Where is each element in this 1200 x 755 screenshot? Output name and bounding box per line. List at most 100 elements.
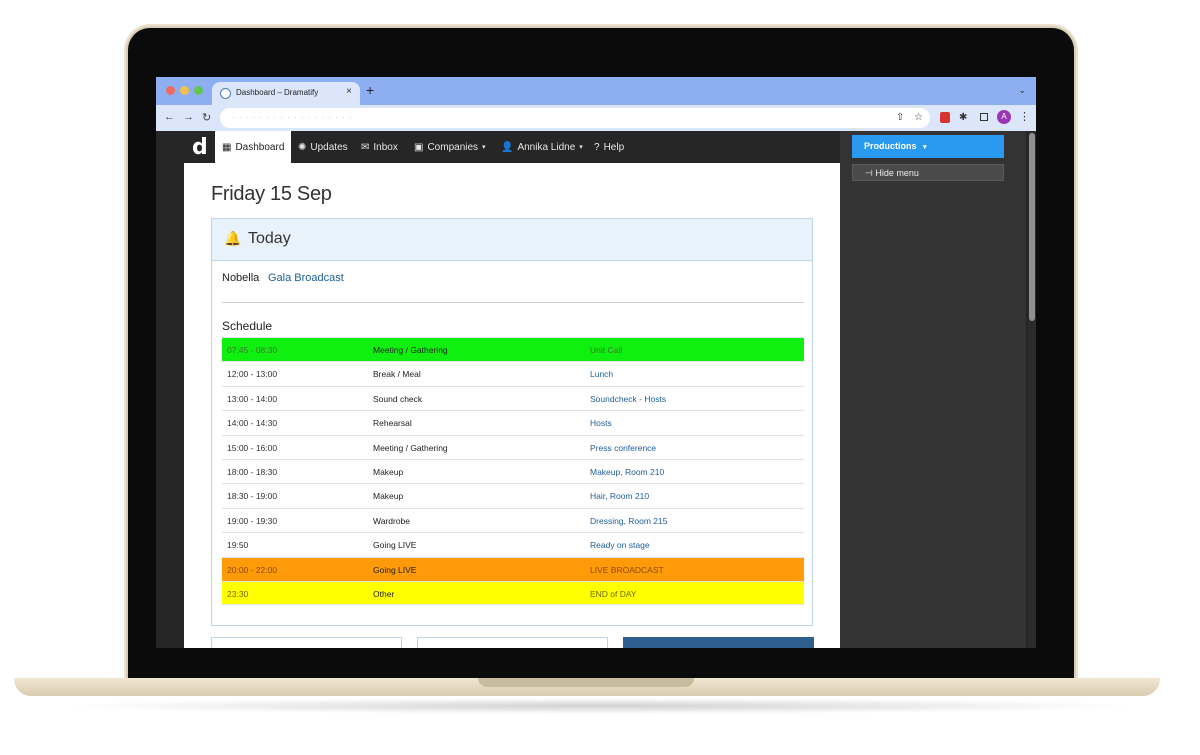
back-button[interactable]: ← (164, 111, 175, 123)
schedule-row[interactable]: 19:00 - 19:30 Wardrobe Dressing, Room 21… (222, 507, 804, 532)
schedule-row[interactable]: 23:30 Other END of DAY (222, 580, 804, 606)
schedule-detail-link[interactable]: LIVE BROADCAST (590, 565, 664, 575)
page-title: Friday 15 Sep (211, 183, 332, 205)
schedule-row[interactable]: 12:00 - 13:00 Break / Meal Lunch (222, 361, 804, 385)
nav-updates-label: Updates (310, 141, 348, 153)
schedule-detail-link[interactable]: Hair, Room 210 (590, 491, 649, 501)
nav-companies-label: Companies (427, 141, 479, 153)
schedule-detail-link[interactable]: Press conference (590, 443, 656, 453)
schedule-type: Break / Meal (373, 369, 421, 380)
help-icon: ? (594, 141, 600, 153)
nav-user-label: Annika Lidne (517, 141, 576, 153)
schedule-time: 07:45 - 08:30 (227, 345, 278, 355)
schedule-row[interactable]: 19:50 Going LIVE Ready on stage (222, 532, 804, 556)
nav-companies[interactable]: ▣ Companies ▾ (414, 131, 486, 163)
dashboard-card[interactable] (417, 637, 608, 648)
schedule-type: Makeup (373, 466, 404, 477)
schedule-row[interactable]: 14:00 - 14:30 Rehearsal Hosts (222, 410, 804, 434)
schedule-detail-link[interactable]: END of DAY (590, 589, 637, 599)
hide-menu-label: Hide menu (875, 168, 919, 178)
forward-button[interactable]: → (183, 111, 194, 123)
schedule-type: Wardrobe (373, 515, 411, 526)
page-scrollbar[interactable] (1028, 131, 1036, 648)
nav-inbox[interactable]: ✉ Inbox (361, 131, 398, 163)
nav-help[interactable]: ? Help (594, 131, 624, 163)
schedule-row[interactable]: 18:30 - 19:00 Makeup Hair, Room 210 (222, 483, 804, 507)
laptop-shadow (60, 698, 1140, 714)
schedule-time: 19:00 - 19:30 (227, 515, 278, 526)
screen: Dashboard – Dramatify × + ⌄ ← → ↻ · · · … (156, 77, 1036, 648)
schedule-row[interactable]: 13:00 - 14:00 Sound check Soundcheck - H… (222, 385, 804, 410)
companies-icon: ▣ (414, 141, 424, 153)
schedule-detail-link[interactable]: Makeup, Room 210 (590, 467, 664, 477)
bookmark-star-icon[interactable]: ☆ (914, 112, 923, 123)
nav-help-label: Help (603, 141, 625, 153)
schedule-row[interactable]: 18:00 - 18:30 Makeup Makeup, Room 210 (222, 458, 804, 483)
minimize-window-button[interactable] (180, 86, 189, 95)
laptop-notch (478, 678, 694, 687)
schedule-type: Meeting / Gathering (373, 442, 448, 453)
hide-menu-button[interactable]: ⊣ Hide menu (852, 164, 1004, 181)
extension-icon[interactable] (940, 112, 950, 123)
schedule-time: 14:00 - 14:30 (227, 418, 278, 429)
main-content: Friday 15 Sep 🔔 Today Nobella Gala Broad… (184, 163, 840, 648)
nav-dashboard-label: Dashboard (235, 141, 285, 153)
browser-tab[interactable]: Dashboard – Dramatify × (212, 82, 360, 105)
schedule-time: 19:50 (227, 540, 249, 551)
address-bar[interactable]: · · · · · · · · · · · · · · · · · · (220, 108, 930, 128)
new-tab-button[interactable]: + (366, 82, 374, 98)
productions-label: Productions (864, 141, 917, 151)
artist-name: Nobella (222, 272, 260, 284)
today-heading: Today (248, 230, 291, 247)
schedule-row[interactable]: 20:00 - 22:00 Going LIVE LIVE BROADCAST (222, 556, 804, 581)
tab-search-icon[interactable]: ⌄ (1018, 85, 1026, 96)
schedule-time: 18:00 - 18:30 (227, 466, 278, 477)
schedule-detail-link[interactable]: Unit Call (590, 345, 622, 355)
schedule-detail-link[interactable]: Hosts (590, 418, 612, 428)
schedule-type: Going LIVE (373, 564, 417, 575)
address-bar-text: · · · · · · · · · · · · · · · · · · (232, 113, 353, 122)
schedule-type: Meeting / Gathering (373, 345, 448, 355)
schedule-time: 12:00 - 13:00 (227, 369, 278, 380)
chevron-down-icon: ▾ (923, 144, 927, 151)
chevron-down-icon: ▾ (579, 144, 583, 151)
browser-tabstrip: Dashboard – Dramatify × + ⌄ (156, 77, 1036, 105)
nav-dashboard[interactable]: ▦ Dashboard (215, 131, 292, 163)
nav-updates[interactable]: ✺ Updates (298, 131, 348, 163)
close-window-button[interactable] (166, 86, 175, 95)
browser-toolbar: ← → ↻ · · · · · · · · · · · · · · · · · … (156, 105, 1036, 131)
schedule-time: 23:30 (227, 588, 249, 599)
dramatify-favicon-icon (220, 88, 231, 99)
extensions-puzzle-icon[interactable]: ✱ (959, 112, 967, 123)
schedule-table: 07:45 - 08:30 Meeting / Gathering Unit C… (222, 337, 804, 606)
schedule-detail-link[interactable]: Lunch (590, 369, 613, 379)
updates-icon: ✺ (298, 141, 307, 153)
tab-title: Dashboard – Dramatify (236, 88, 319, 97)
side-panel-icon[interactable] (980, 113, 988, 121)
dashboard-card[interactable] (623, 637, 814, 648)
schedule-detail-link[interactable]: Ready on stage (590, 540, 650, 550)
dashboard-card[interactable] (211, 637, 402, 648)
today-panel-header: 🔔 Today (212, 219, 812, 261)
schedule-time: 13:00 - 14:00 (227, 393, 278, 404)
schedule-row[interactable]: 07:45 - 08:30 Meeting / Gathering Unit C… (222, 337, 804, 362)
schedule-type: Rehearsal (373, 418, 412, 429)
schedule-detail-link[interactable]: Dressing, Room 215 (590, 516, 667, 526)
maximize-window-button[interactable] (194, 86, 203, 95)
schedule-detail-link[interactable]: Soundcheck - Hosts (590, 394, 666, 404)
reload-button[interactable]: ↻ (202, 111, 211, 124)
schedule-time: 20:00 - 22:00 (227, 564, 278, 575)
profile-avatar[interactable]: A (997, 110, 1011, 124)
tab-close-icon[interactable]: × (346, 86, 352, 97)
productions-button[interactable]: Productions ▾ (852, 135, 1004, 158)
browser-menu-icon[interactable]: ⋮ (1019, 110, 1030, 123)
dramatify-logo[interactable]: d (192, 135, 208, 160)
nav-user[interactable]: 👤 Annika Lidne ▾ (501, 131, 583, 163)
today-panel: 🔔 Today Nobella Gala Broadcast Schedule … (211, 218, 813, 626)
schedule-time: 15:00 - 16:00 (227, 442, 278, 453)
share-icon[interactable]: ⇧ (896, 112, 904, 123)
dashboard-icon: ▦ (222, 141, 232, 153)
production-link[interactable]: Gala Broadcast (268, 272, 344, 284)
scrollbar-thumb[interactable] (1029, 133, 1035, 321)
schedule-row[interactable]: 15:00 - 16:00 Meeting / Gathering Press … (222, 434, 804, 459)
